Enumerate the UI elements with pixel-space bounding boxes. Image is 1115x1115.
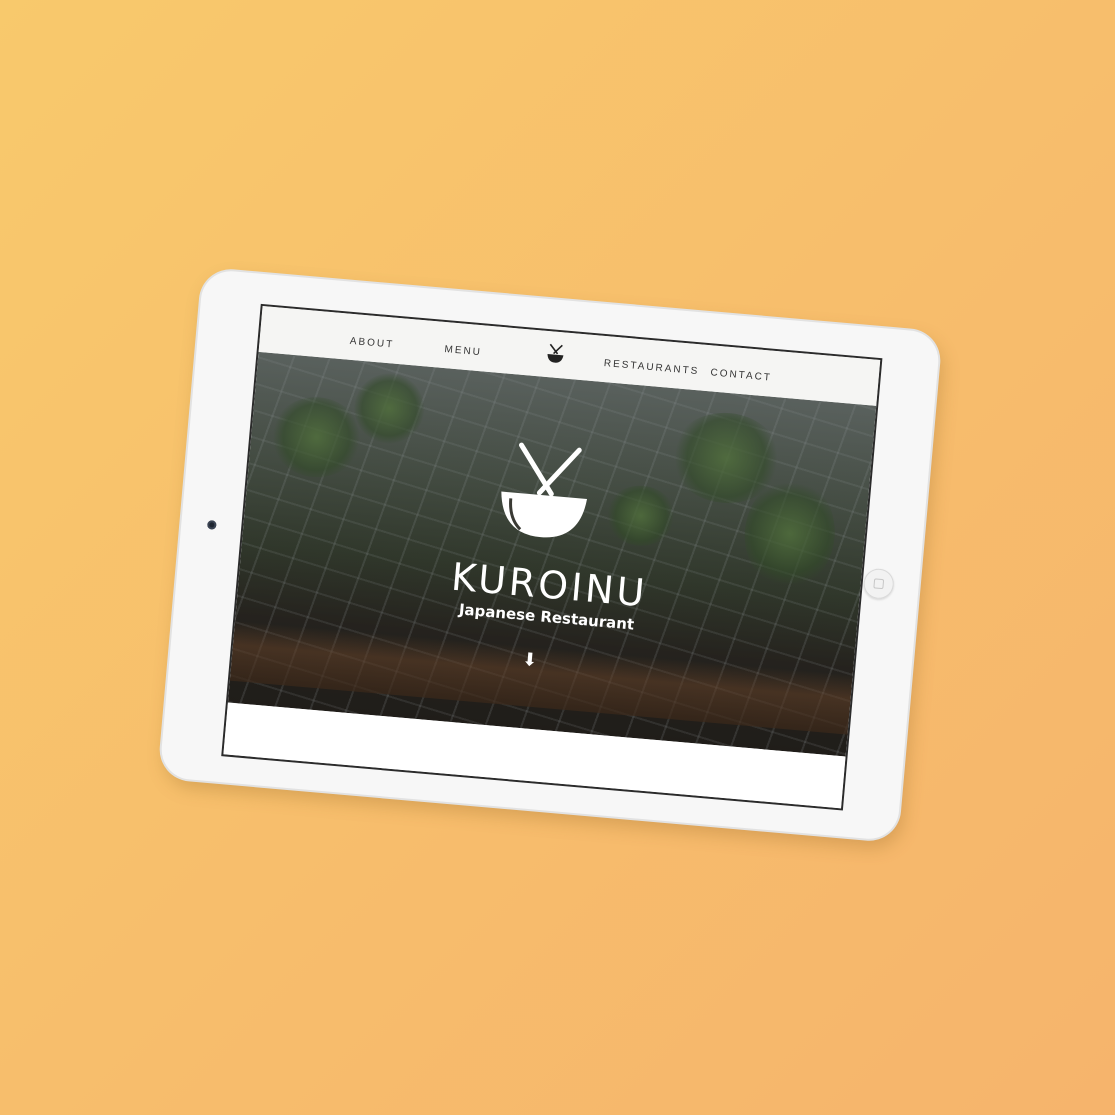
nav-link-menu[interactable]: MENU bbox=[444, 344, 482, 358]
hanging-plant-decoration bbox=[603, 482, 679, 549]
nav-link-contact[interactable]: CONTACT bbox=[710, 367, 772, 383]
tablet-device: ABOUT MENU RESTAURANTS CONTACT KUROINU J… bbox=[159, 268, 941, 842]
home-button[interactable] bbox=[862, 567, 895, 601]
bowl-chopsticks-icon bbox=[501, 442, 588, 538]
bowl-chopsticks-icon[interactable] bbox=[544, 343, 568, 367]
tablet-screen: ABOUT MENU RESTAURANTS CONTACT KUROINU J… bbox=[221, 303, 883, 811]
home-square-icon bbox=[873, 578, 885, 590]
hanging-plant-decoration bbox=[351, 370, 428, 447]
nav-link-restaurants[interactable]: RESTAURANTS bbox=[603, 358, 699, 377]
camera-icon bbox=[206, 520, 217, 530]
hanging-plant-decoration bbox=[268, 393, 365, 481]
hero-section: KUROINU Japanese Restaurant ⬇ bbox=[227, 351, 877, 757]
arrow-down-icon[interactable]: ⬇ bbox=[518, 648, 542, 672]
nav-link-about[interactable]: ABOUT bbox=[349, 336, 394, 351]
